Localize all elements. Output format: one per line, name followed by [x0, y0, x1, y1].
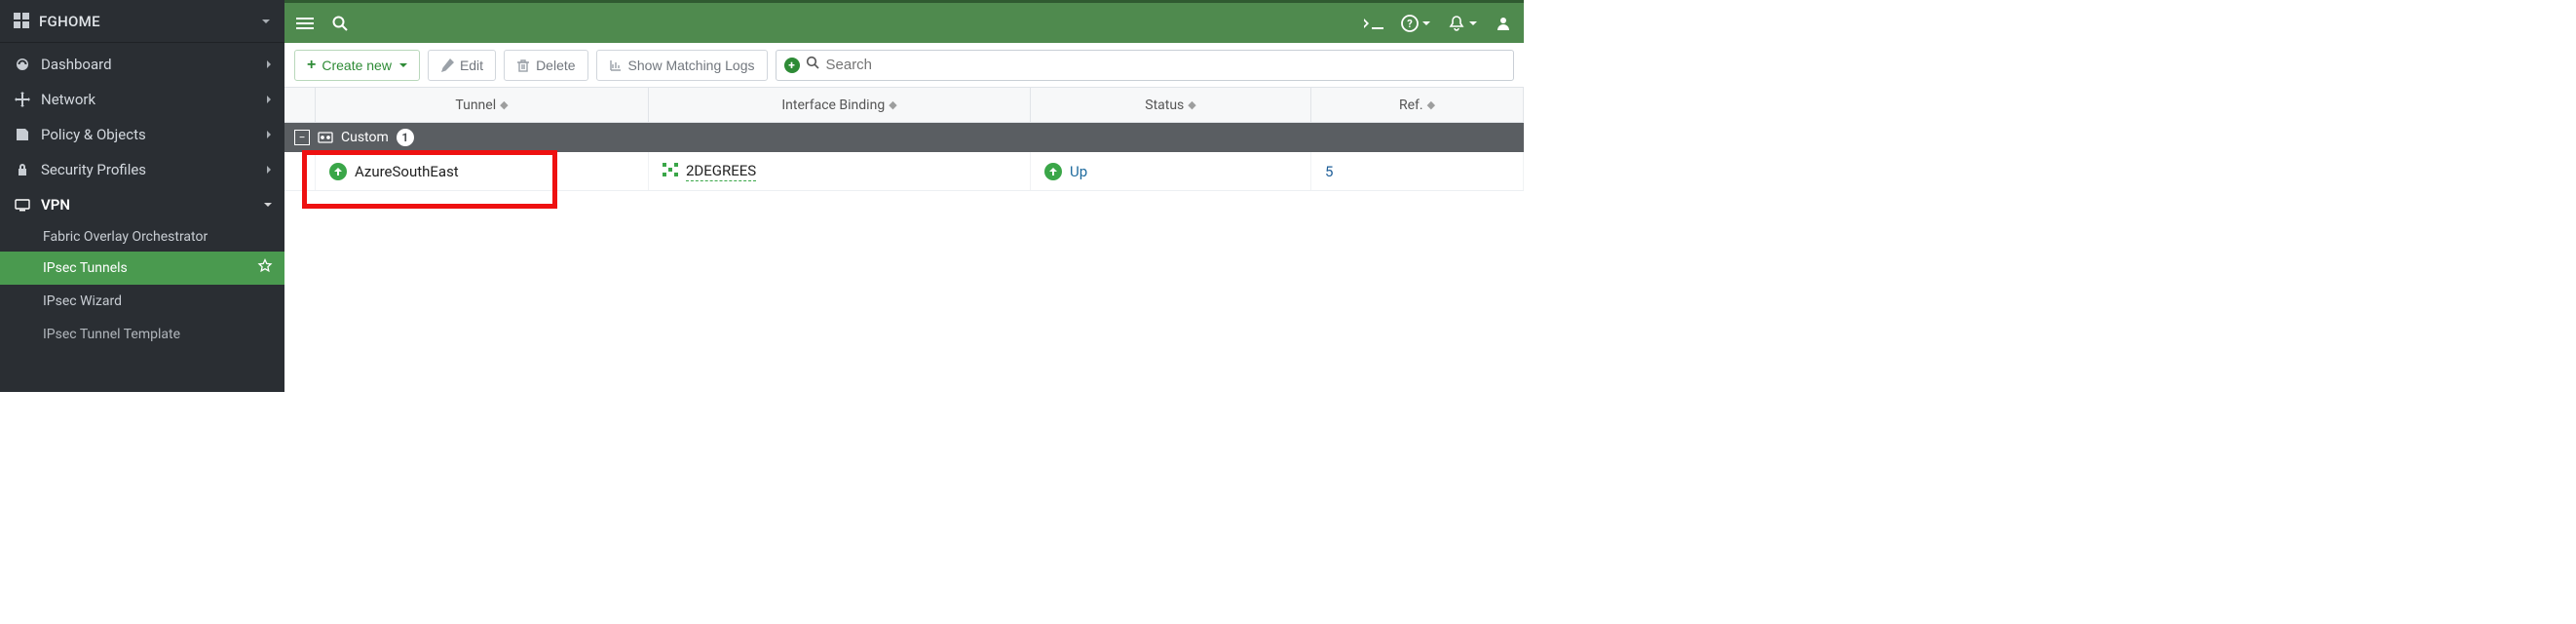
- create-new-button[interactable]: + Create new: [294, 50, 420, 81]
- table-row[interactable]: AzureSouthEast 2DEGREES: [284, 152, 1524, 191]
- th-tunnel[interactable]: Tunnel ◆: [316, 88, 649, 122]
- brand-name: FGHOME: [39, 13, 100, 30]
- th-label: Ref.: [1399, 98, 1423, 113]
- trash-icon: [516, 58, 530, 72]
- chevron-right-icon: [265, 161, 273, 178]
- delete-button[interactable]: Delete: [504, 50, 587, 81]
- add-filter-icon[interactable]: +: [784, 58, 800, 73]
- vpn-icon: [14, 197, 31, 213]
- sidebar-item-ipsec-wizard[interactable]: IPsec Wizard: [0, 285, 284, 318]
- status-text: Up: [1070, 163, 1087, 180]
- search-icon[interactable]: [331, 15, 349, 32]
- sidebar-item-label: IPsec Wizard: [43, 293, 273, 309]
- th-label: Tunnel: [455, 98, 496, 113]
- topbar: ?: [284, 0, 1524, 43]
- chevron-right-icon: [265, 56, 273, 73]
- cell-ref[interactable]: 5: [1311, 152, 1524, 190]
- brand-icon: [14, 13, 31, 30]
- interface-name: 2DEGREES: [686, 162, 756, 181]
- sort-icon: ◆: [500, 98, 508, 111]
- group-label: Custom: [341, 130, 389, 145]
- status-up-icon: [1044, 163, 1062, 180]
- move-icon: [14, 92, 31, 107]
- table-header: Tunnel ◆ Interface Binding ◆ Status ◆ Re…: [284, 88, 1524, 123]
- chevron-down-icon: [399, 61, 407, 69]
- sidebar-item-label: Security Profiles: [41, 161, 255, 178]
- chevron-right-icon: [265, 91, 273, 108]
- cli-icon[interactable]: [1364, 17, 1383, 30]
- pencil-icon: [440, 58, 454, 72]
- policy-icon: [14, 127, 31, 142]
- ref-link[interactable]: 5: [1325, 163, 1333, 180]
- sidebar-item-fabric-overlay[interactable]: Fabric Overlay Orchestrator: [0, 222, 284, 252]
- chevron-down-icon: [263, 196, 273, 214]
- star-icon[interactable]: [257, 258, 273, 278]
- search-box[interactable]: +: [776, 50, 1515, 81]
- bell-icon[interactable]: [1448, 15, 1477, 32]
- status-up-icon: [329, 163, 347, 180]
- th-label: Interface Binding: [781, 98, 885, 113]
- sidebar-item-vpn[interactable]: VPN: [0, 187, 284, 222]
- group-count-badge: 1: [397, 129, 414, 146]
- menu-icon[interactable]: [296, 15, 314, 32]
- sidebar-item-dashboard[interactable]: Dashboard: [0, 47, 284, 82]
- main: ? + Create new Edit: [284, 0, 1524, 392]
- search-icon: [806, 56, 820, 74]
- sidebar-item-security[interactable]: Security Profiles: [0, 152, 284, 187]
- sidebar-header[interactable]: FGHOME: [0, 0, 284, 43]
- toolbar: + Create new Edit Delete Show Matching L…: [284, 43, 1524, 88]
- sort-icon: ◆: [1427, 98, 1435, 111]
- sidebar-item-ipsec-tunnels[interactable]: IPsec Tunnels: [0, 252, 284, 285]
- collapse-icon[interactable]: −: [294, 130, 310, 145]
- vpn-submenu: Fabric Overlay Orchestrator IPsec Tunnel…: [0, 222, 284, 351]
- sidebar-item-label: Fabric Overlay Orchestrator: [43, 228, 273, 246]
- row-expand: [284, 152, 316, 190]
- button-label: Create new: [322, 58, 392, 73]
- th-status[interactable]: Status ◆: [1031, 88, 1311, 122]
- th-expand: [284, 88, 316, 122]
- chart-icon: [609, 58, 623, 72]
- sidebar-item-policy[interactable]: Policy & Objects: [0, 117, 284, 152]
- sidebar-item-label: IPsec Tunnel Template: [43, 327, 273, 342]
- sidebar-item-label: Dashboard: [41, 56, 255, 73]
- cell-status[interactable]: Up: [1031, 152, 1311, 190]
- tunnel-group-icon: [318, 132, 333, 143]
- th-label: Status: [1145, 98, 1184, 113]
- show-logs-button[interactable]: Show Matching Logs: [596, 50, 768, 81]
- cell-tunnel[interactable]: AzureSouthEast: [316, 152, 649, 190]
- chevron-right-icon: [265, 126, 273, 143]
- sidebar-item-label: Policy & Objects: [41, 126, 255, 143]
- button-label: Delete: [536, 58, 575, 73]
- lock-icon: [14, 162, 31, 177]
- user-icon[interactable]: [1495, 15, 1512, 32]
- sidebar-item-ipsec-template[interactable]: IPsec Tunnel Template: [0, 318, 284, 351]
- interface-icon: [663, 163, 678, 180]
- sidebar-item-label: VPN: [41, 196, 253, 214]
- cell-interface[interactable]: 2DEGREES: [649, 152, 1031, 190]
- content: Tunnel ◆ Interface Binding ◆ Status ◆ Re…: [284, 88, 1524, 191]
- sidebar-item-network[interactable]: Network: [0, 82, 284, 117]
- th-ref[interactable]: Ref. ◆: [1311, 88, 1524, 122]
- tunnel-name: AzureSouthEast: [355, 163, 459, 180]
- sidebar-item-label: Network: [41, 91, 255, 108]
- group-row-custom[interactable]: − Custom 1: [284, 123, 1524, 152]
- chevron-down-icon[interactable]: [261, 13, 271, 30]
- button-label: Show Matching Logs: [628, 58, 755, 73]
- gauge-icon: [14, 57, 31, 72]
- help-icon[interactable]: ?: [1401, 15, 1430, 32]
- edit-button[interactable]: Edit: [428, 50, 496, 81]
- sidebar-item-label: IPsec Tunnels: [43, 260, 273, 276]
- button-label: Edit: [460, 58, 483, 73]
- plus-icon: +: [307, 57, 316, 74]
- svg-text:?: ?: [1407, 18, 1413, 30]
- sidebar: FGHOME Dashboard Network: [0, 0, 284, 392]
- th-interface[interactable]: Interface Binding ◆: [649, 88, 1031, 122]
- sort-icon: ◆: [889, 98, 896, 111]
- sort-icon: ◆: [1188, 98, 1195, 111]
- search-input[interactable]: [826, 57, 1506, 73]
- nav: Dashboard Network Policy & Objects: [0, 43, 284, 351]
